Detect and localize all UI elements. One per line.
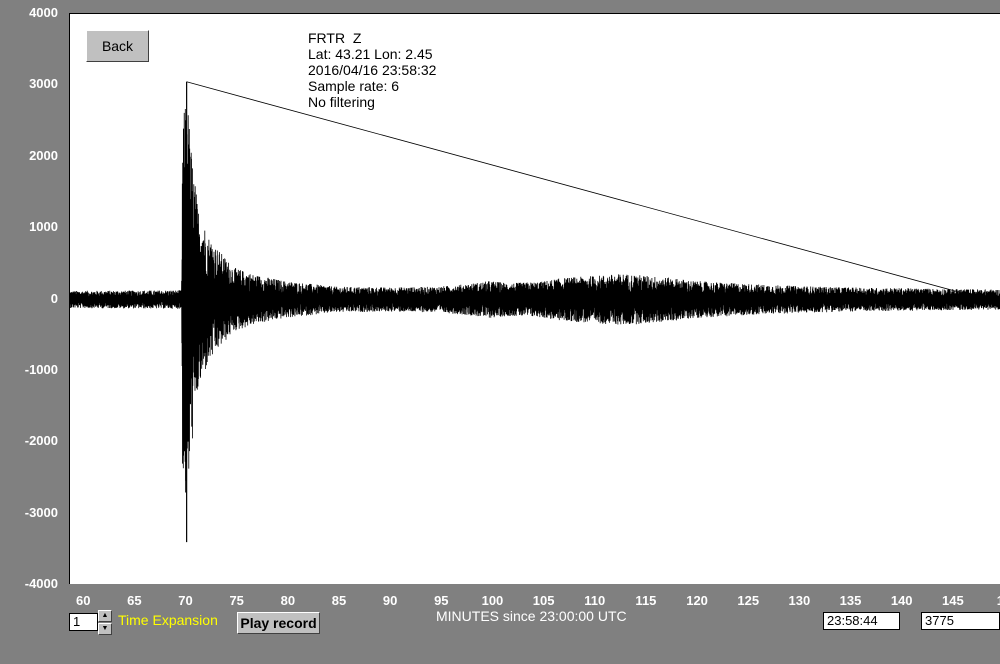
play-record-button[interactable]: Play record (237, 612, 320, 634)
x-tick-label: 145 (941, 593, 964, 608)
y-tick-label: -1000 (24, 361, 58, 377)
x-tick-label: 125 (737, 593, 760, 608)
seismogram-trace (70, 81, 1000, 543)
time-expansion-input[interactable]: 1 (69, 613, 98, 631)
x-tick-label: 135 (839, 593, 862, 608)
cursor-time-field[interactable]: 23:58:44 (823, 612, 900, 630)
x-tick-label: 65 (127, 593, 142, 608)
y-tick-label: -3000 (24, 504, 58, 520)
x-tick-label: 90 (382, 593, 398, 608)
x-tick-label: 85 (331, 593, 347, 608)
x-tick-label: 115 (635, 593, 657, 608)
triangle-up-icon: ▲ (101, 612, 109, 619)
cursor-sample-field[interactable]: 3775 (921, 612, 1000, 630)
x-tick-label: 75 (229, 593, 244, 608)
x-tick-label: 130 (788, 593, 811, 608)
y-tick-label: 0 (50, 290, 58, 306)
time-expansion-spinner[interactable]: ▲ ▼ (98, 610, 112, 636)
y-tick-label: 3000 (29, 76, 58, 92)
y-tick-label: -2000 (24, 433, 58, 449)
y-tick-label: 2000 (29, 147, 58, 163)
y-tick-label: 4000 (29, 5, 58, 20)
back-button[interactable]: Back (86, 30, 149, 62)
x-tick-label: 110 (584, 593, 606, 608)
station-code: FRTR Z (308, 30, 362, 46)
trace-line (70, 81, 1000, 493)
x-tick-label: 120 (686, 593, 708, 608)
spin-up-button[interactable]: ▲ (98, 610, 112, 622)
x-tick-label: 100 (481, 593, 504, 608)
filter-status: No filtering (308, 94, 375, 110)
x-tick-label: 60 (75, 593, 91, 608)
station-info: FRTR Z Lat: 43.21 Lon: 2.45 2016/04/16 2… (308, 30, 436, 110)
sample-rate: Sample rate: 6 (308, 78, 400, 94)
x-tick-label: 95 (434, 593, 449, 608)
station-location: Lat: 43.21 Lon: 2.45 (308, 46, 433, 62)
x-tick-label: 70 (178, 593, 193, 608)
x-axis-title: MINUTES since 23:00:00 UTC (436, 608, 627, 624)
y-tick-label: 1000 (29, 219, 58, 235)
seismogram-plot (69, 13, 1000, 584)
spin-down-button[interactable]: ▼ (98, 623, 112, 635)
x-tick-label: 140 (890, 593, 913, 608)
x-tick-label: 105 (532, 593, 555, 608)
record-datetime: 2016/04/16 23:58:32 (308, 62, 437, 78)
y-tick-label: -4000 (24, 576, 58, 591)
triangle-down-icon: ▼ (101, 625, 109, 632)
time-expansion-label: Time Expansion (118, 612, 218, 628)
x-tick-label: 80 (280, 593, 296, 608)
